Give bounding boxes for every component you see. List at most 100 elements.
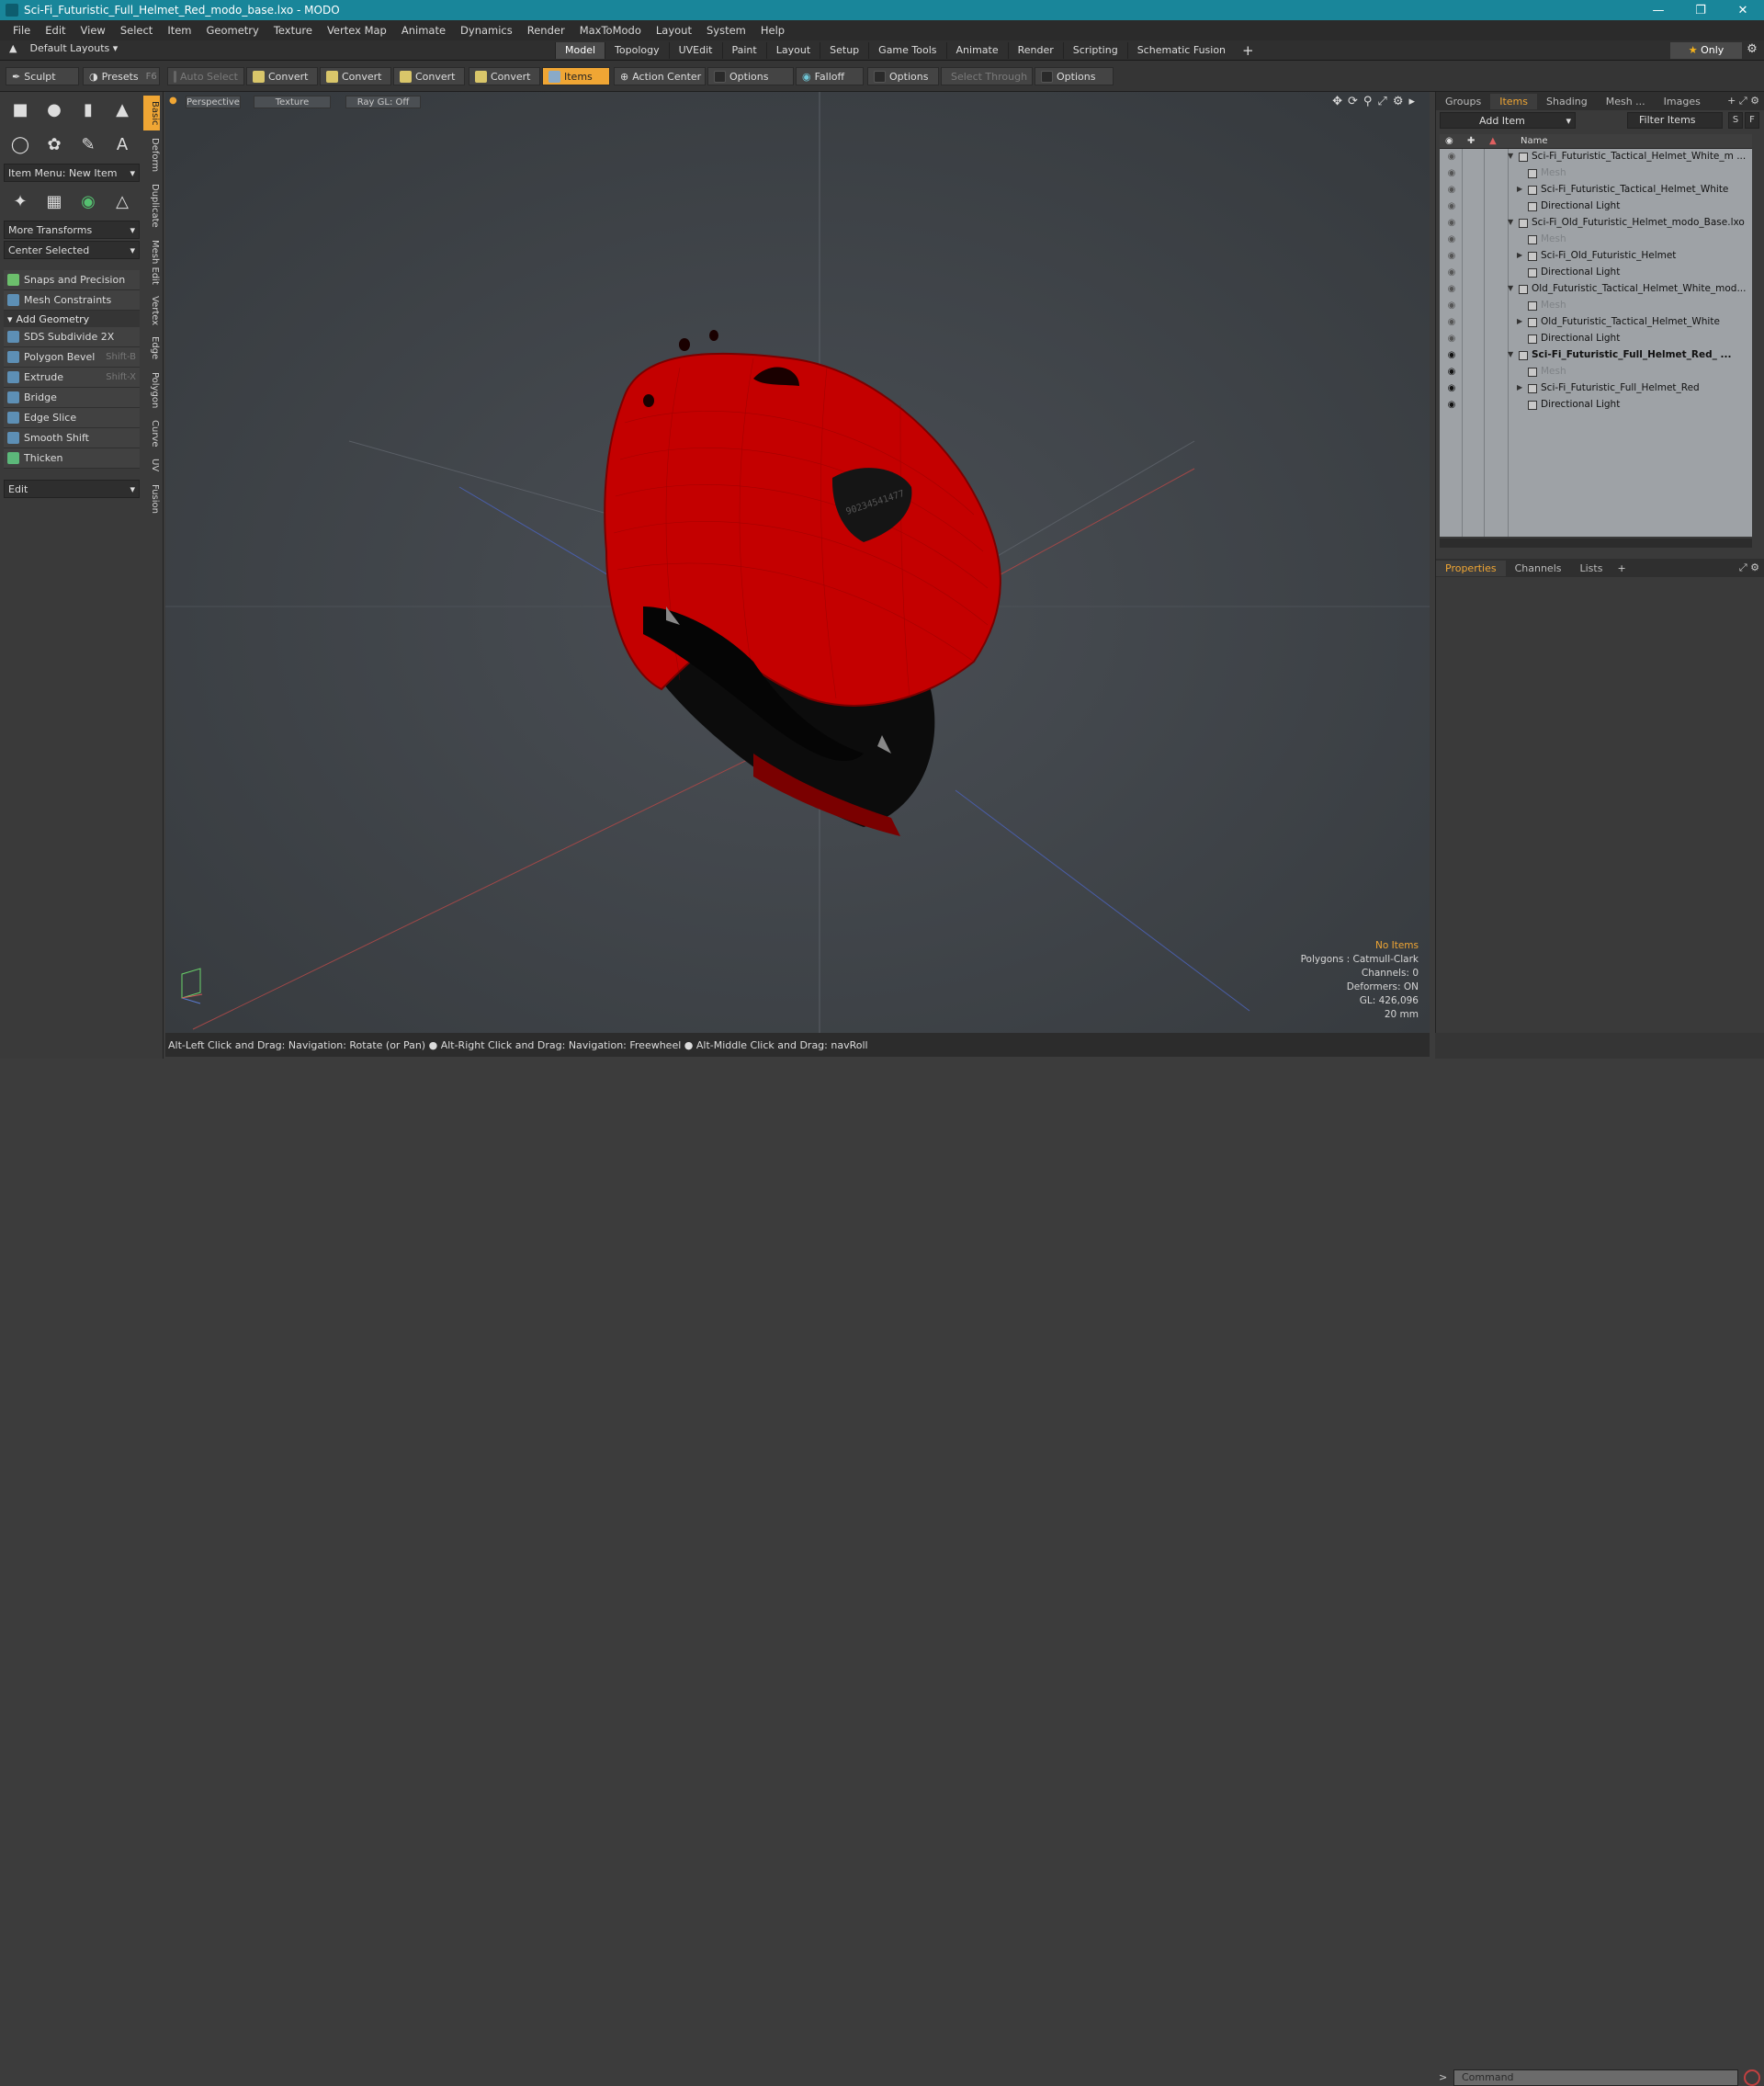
tab-topology[interactable]: Topology (605, 42, 669, 59)
tool-extrude[interactable]: Extrude Shift-X (4, 368, 140, 388)
menu-file[interactable]: File (6, 24, 38, 37)
action-center-options-button[interactable]: Options (707, 67, 794, 85)
tool-edge-slice[interactable]: Edge Slice (4, 408, 140, 428)
f-button[interactable]: F (1745, 112, 1759, 129)
panel-options-icons[interactable]: + ⤢ ⚙ (1727, 95, 1764, 108)
convert-edges-button[interactable]: Convert (320, 67, 391, 85)
expand-arrow-icon[interactable]: ▼ (1508, 218, 1513, 226)
visibility-eye-icon[interactable]: ◉ (1445, 251, 1458, 262)
text-icon[interactable]: A (107, 130, 137, 158)
tab-channels[interactable]: Channels (1506, 561, 1571, 576)
visibility-eye-icon[interactable]: ◉ (1445, 168, 1458, 179)
tree-row[interactable]: ◉ Mesh (1440, 165, 1752, 182)
globe-icon[interactable]: ◉ (74, 187, 103, 215)
menu-animate[interactable]: Animate (394, 24, 453, 37)
tree-row[interactable]: ◉ Directional Light (1440, 198, 1752, 215)
tab-schematic-fusion[interactable]: Schematic Fusion (1126, 42, 1235, 59)
expand-arrow-icon[interactable]: ▼ (1508, 350, 1513, 358)
tab-groups[interactable]: Groups (1436, 94, 1490, 109)
tree-row[interactable]: ◉ ▼ Sci-Fi_Futuristic_Full_Helmet_Red_ ... (1440, 347, 1752, 364)
action-center-button[interactable]: ⊕ Action Center (614, 67, 706, 85)
visibility-eye-icon[interactable]: ◉ (1445, 267, 1458, 278)
3d-viewport[interactable]: 90234541477 ● Perspective Texture Ray GL… (165, 92, 1430, 1033)
convert-polygons-button[interactable]: Convert (393, 67, 465, 85)
visibility-eye-icon[interactable]: ◉ (1445, 400, 1458, 411)
transform-icon[interactable]: ✦ (6, 187, 35, 215)
select-through-options-button[interactable]: Options (1035, 67, 1114, 85)
tree-row[interactable]: ◉ ▼ Sci-Fi_Old_Futuristic_Helmet_modo_Base… (1440, 215, 1752, 232)
menu-maxtomodo[interactable]: MaxToModo (572, 24, 649, 37)
menu-render[interactable]: Render (520, 24, 572, 37)
collapse-arrow-icon[interactable]: ▶ (1517, 317, 1522, 325)
visibility-eye-icon[interactable]: ◉ (1445, 284, 1458, 295)
tab-mesh[interactable]: Mesh ... (1597, 94, 1655, 109)
presets-button[interactable]: ◑ Presets F6 (83, 67, 160, 85)
vtab-mesh-edit[interactable]: Mesh Edit (143, 235, 160, 289)
tab-model[interactable]: Model (555, 42, 605, 59)
visibility-eye-icon[interactable]: ◉ (1445, 383, 1458, 394)
tool-thicken[interactable]: Thicken (4, 448, 140, 469)
convert-materials-button[interactable]: Convert (469, 67, 540, 85)
sphere-icon[interactable]: ● (40, 96, 69, 123)
menu-select[interactable]: Select (113, 24, 160, 37)
falloff-options-button[interactable]: Options (867, 67, 939, 85)
tab-scripting[interactable]: Scripting (1062, 42, 1127, 59)
auto-select-button[interactable]: Auto Select (167, 67, 244, 85)
tree-row[interactable]: ◉ ▶ Old_Futuristic_Tactical_Helmet_White (1440, 314, 1752, 331)
menu-vertex-map[interactable]: Vertex Map (320, 24, 394, 37)
tree-row[interactable]: ◉ Mesh (1440, 364, 1752, 380)
visibility-eye-icon[interactable]: ◉ (1445, 350, 1458, 361)
layout-collapse-icon[interactable]: ▲ (4, 42, 22, 54)
capsule-icon[interactable]: ✿ (40, 130, 69, 158)
menu-dynamics[interactable]: Dynamics (453, 24, 520, 37)
menu-geometry[interactable]: Geometry (199, 24, 266, 37)
tree-row[interactable]: ◉ ▼ Sci-Fi_Futuristic_Tactical_Helmet_Whit… (1440, 149, 1752, 165)
tab-shading[interactable]: Shading (1537, 94, 1597, 109)
tab-setup[interactable]: Setup (820, 42, 868, 59)
falloff-button[interactable]: ◉ Falloff (796, 67, 864, 85)
vtab-edge[interactable]: Edge (143, 333, 160, 364)
s-button[interactable]: S (1728, 112, 1743, 129)
command-input[interactable]: Command (1453, 2069, 1738, 2086)
vtab-curve[interactable]: Curve (143, 417, 160, 450)
visibility-eye-icon[interactable]: ◉ (1445, 152, 1458, 163)
record-icon[interactable] (1744, 2069, 1760, 2086)
visibility-eye-icon[interactable]: ◉ (1445, 300, 1458, 312)
visibility-eye-icon[interactable]: ◉ (1445, 317, 1458, 328)
add-item-dropdown[interactable]: Add Item ▾ (1440, 112, 1576, 129)
grid-icon[interactable]: ▦ (40, 187, 69, 215)
menu-layout[interactable]: Layout (649, 24, 699, 37)
tool-sds-subdivide[interactable]: SDS Subdivide 2X (4, 327, 140, 347)
vtab-polygon[interactable]: Polygon (143, 368, 160, 414)
texture-button[interactable]: Texture (254, 96, 331, 108)
more-transforms-dropdown[interactable]: More Transforms ▾ (4, 221, 140, 239)
tree-row[interactable]: ◉ Directional Light (1440, 331, 1752, 347)
vtab-uv[interactable]: UV (143, 454, 160, 476)
expand-arrow-icon[interactable]: ▼ (1508, 152, 1513, 160)
tab-render[interactable]: Render (1007, 42, 1063, 59)
collapse-arrow-icon[interactable]: ▶ (1517, 383, 1522, 391)
snaps-precision-button[interactable]: Snaps and Precision (4, 270, 140, 290)
perspective-button[interactable]: Perspective (186, 96, 241, 108)
tree-row[interactable]: ◉ ▼ Old_Futuristic_Tactical_Helmet_White_m… (1440, 281, 1752, 298)
add-tab-icon[interactable]: + (1611, 562, 1631, 574)
cone-icon[interactable]: ▲ (107, 96, 137, 123)
pan-icon[interactable]: ✥ (1332, 95, 1342, 108)
settings-icon[interactable]: ⚙ (1393, 95, 1404, 108)
minimize-icon[interactable]: — (1637, 4, 1679, 17)
visibility-eye-icon[interactable]: ◉ (1445, 185, 1458, 196)
menu-help[interactable]: Help (753, 24, 792, 37)
vtab-basic[interactable]: Basic (143, 96, 160, 130)
edit-dropdown[interactable]: Edit ▾ (4, 480, 140, 498)
close-icon[interactable]: ✕ (1722, 4, 1764, 17)
vtab-vertex[interactable]: Vertex (143, 292, 160, 329)
torus-icon[interactable]: ◯ (6, 130, 35, 158)
menu-item[interactable]: Item (160, 24, 198, 37)
vtab-fusion[interactable]: Fusion (143, 480, 160, 518)
add-geometry-section[interactable]: ▾ Add Geometry (4, 311, 140, 327)
panel-options-icons[interactable]: ⤢ ⚙ (1739, 561, 1764, 574)
vtab-deform[interactable]: Deform (143, 134, 160, 176)
tab-lists[interactable]: Lists (1571, 561, 1612, 576)
zoom-icon[interactable]: ⚲ (1363, 95, 1373, 108)
tree-row[interactable]: ◉ Directional Light (1440, 397, 1752, 414)
